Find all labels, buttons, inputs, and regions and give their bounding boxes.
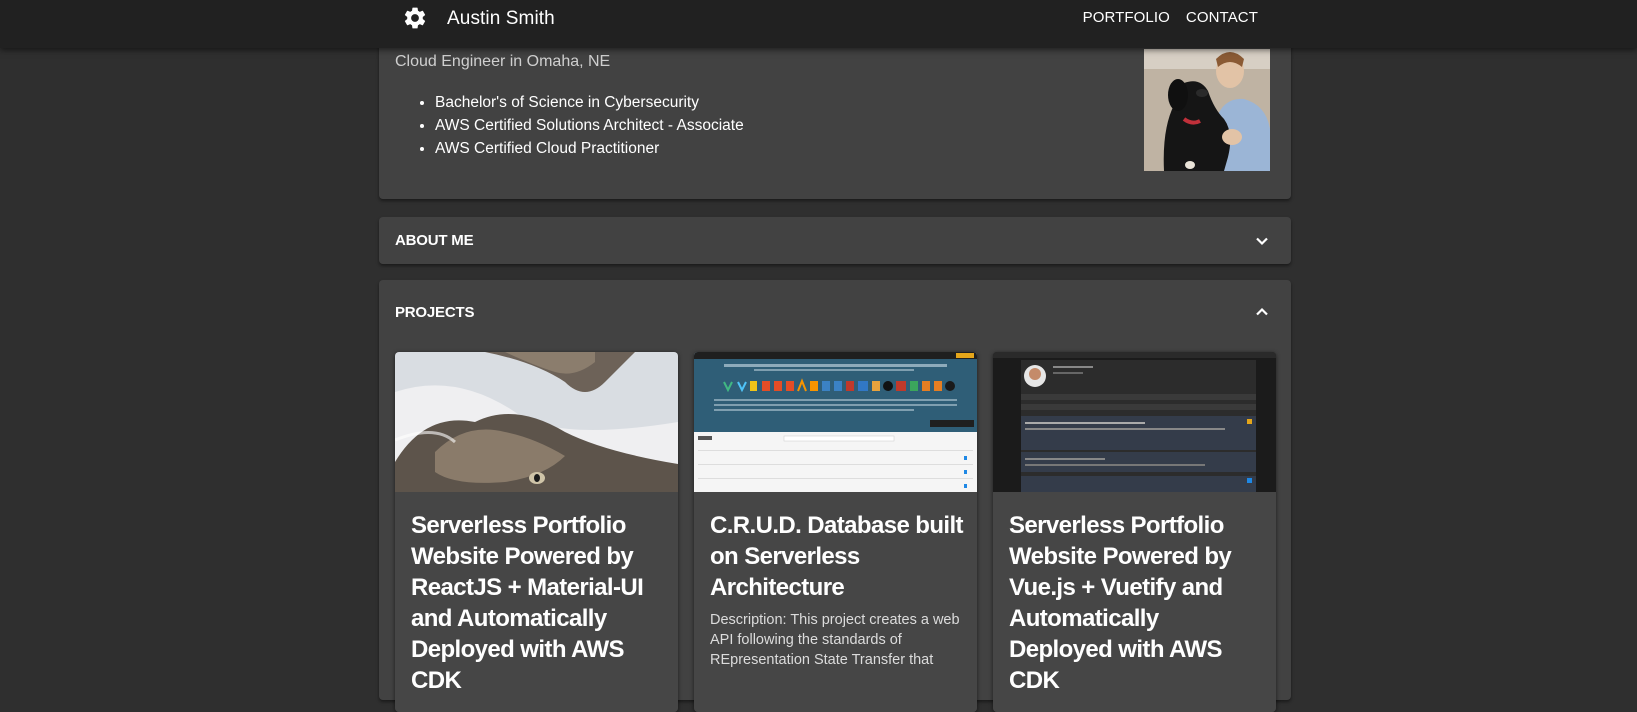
gear-icon[interactable] [402,5,428,31]
about-section[interactable]: ABOUT ME [379,217,1291,264]
site-title: Austin Smith [447,8,555,29]
app-bar: Austin Smith PORTFOLIO CONTACT [0,0,1637,48]
project-body: Serverless Portfolio Website Powered by … [395,492,678,712]
top-nav: PORTFOLIO CONTACT [1083,9,1258,26]
projects-title: PROJECTS [395,304,475,321]
project-card[interactable]: Serverless Portfolio Website Powered by … [993,352,1276,712]
about-title: ABOUT ME [395,232,474,249]
project-card[interactable]: C.R.U.D. Database built on Serverless Ar… [694,352,977,712]
project-thumbnail [395,352,678,492]
project-thumbnail [993,352,1276,492]
project-card[interactable]: Serverless Portfolio Website Powered by … [395,352,678,712]
credential-item: AWS Certified Cloud Practitioner [435,137,744,160]
project-title: Serverless Portfolio Website Powered by … [411,512,644,694]
projects-section: PROJECTS Serverless Portfolio Website Po… [379,280,1291,712]
credential-item: AWS Certified Solutions Architect - Asso… [435,114,744,137]
project-title: Serverless Portfolio Website Powered by … [1009,512,1232,694]
profile-subtitle: Cloud Engineer in Omaha, NE [395,53,611,70]
project-thumbnail [694,352,977,492]
project-title: C.R.U.D. Database built on Serverless Ar… [710,512,964,601]
project-body: Serverless Portfolio Website Powered by … [993,492,1276,712]
nav-portfolio[interactable]: PORTFOLIO [1083,9,1170,26]
chevron-down-icon[interactable] [1255,234,1269,248]
credential-item: Bachelor's of Science in Cybersecurity [435,91,744,114]
project-body: C.R.U.D. Database built on Serverless Ar… [694,492,977,712]
nav-contact[interactable]: CONTACT [1186,9,1258,26]
chevron-up-icon[interactable] [1255,305,1269,319]
profile-photo [1144,49,1270,171]
project-description: Description: This project creates a web … [710,612,960,668]
credentials-list: Bachelor's of Science in Cybersecurity A… [395,91,744,160]
